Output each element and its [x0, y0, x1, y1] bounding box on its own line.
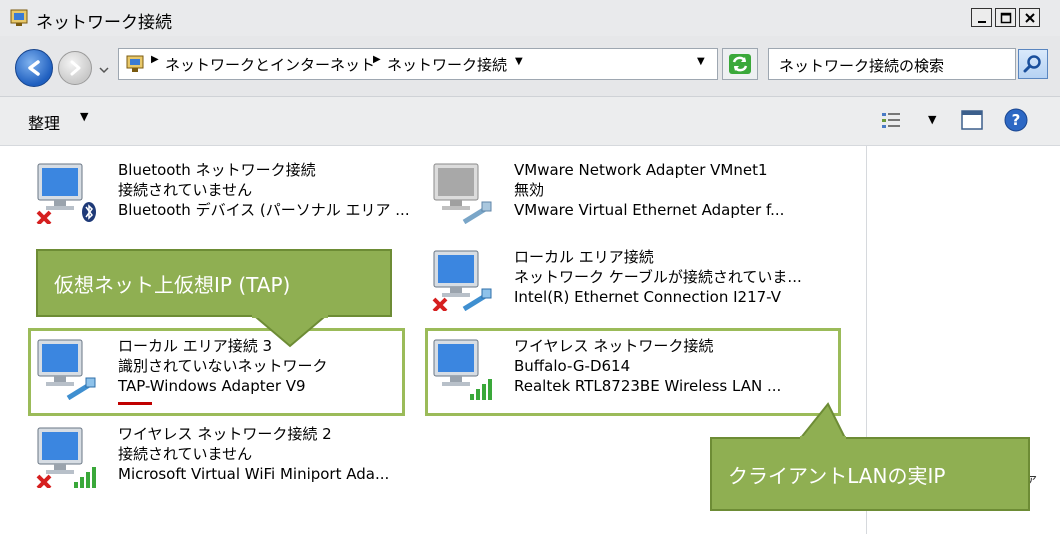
- callout-tap-text: 仮想ネット上仮想IP (TAP): [54, 272, 291, 297]
- connection-status: 識別されていないネットワーク: [118, 357, 328, 375]
- maximize-icon: [1000, 12, 1011, 23]
- network-adapter-disabled-icon: [433, 163, 492, 224]
- search-input[interactable]: ネットワーク接続の検索: [768, 48, 1016, 80]
- breadcrumb-network-connections[interactable]: ネットワーク接続: [387, 54, 507, 75]
- connection-device: Intel(R) Ethernet Connection I217-V: [514, 288, 781, 306]
- connection-device: Realtek RTL8723BE Wireless LAN ...: [514, 377, 782, 395]
- chevron-down-icon: [99, 67, 109, 74]
- back-button[interactable]: [15, 49, 53, 87]
- connection-name: ローカル エリア接続: [514, 248, 654, 266]
- network-adapter-icon: [37, 339, 96, 400]
- organize-dropdown-icon[interactable]: ▼: [80, 110, 88, 123]
- refresh-button[interactable]: [722, 48, 758, 80]
- wireless-adapter-icon: [433, 339, 492, 400]
- connection-device: VMware Virtual Ethernet Adapter f...: [514, 201, 785, 219]
- preview-pane-icon: [961, 110, 983, 130]
- network-adapter-icon: [432, 250, 492, 311]
- close-icon: [1024, 12, 1035, 23]
- connection-wireless[interactable]: ワイヤレス ネットワーク接続 Buffalo-G-D614 Realtek RT…: [428, 336, 838, 408]
- window-title: ネットワーク接続: [36, 13, 172, 33]
- address-dropdown-icon[interactable]: ▼: [697, 56, 705, 67]
- connection-bluetooth[interactable]: Bluetooth ネットワーク接続 接続されていません Bluetooth デ…: [32, 160, 412, 232]
- wireless-adapter-icon: [36, 427, 96, 488]
- help-button[interactable]: ?: [1004, 108, 1028, 136]
- address-field[interactable]: ▶ ネットワークとインターネット ▶ ネットワーク接続 ▼ ▼: [118, 48, 718, 80]
- close-button[interactable]: [1019, 8, 1040, 27]
- maximize-button[interactable]: [995, 8, 1016, 27]
- connection-status: 無効: [514, 181, 545, 199]
- recent-pages-button[interactable]: [98, 62, 110, 74]
- callout-lan: クライアントLANの実IP: [710, 437, 1030, 511]
- callout-lan-text: クライアントLANの実IP: [728, 463, 946, 488]
- connection-device: Microsoft Virtual WiFi Miniport Ada...: [118, 465, 390, 483]
- connection-status: 接続されていません: [118, 445, 253, 463]
- search-button[interactable]: [1018, 49, 1048, 79]
- callout-tap: 仮想ネット上仮想IP (TAP): [36, 249, 392, 317]
- breadcrumb-separator-icon: ▶: [151, 54, 159, 65]
- arrow-left-icon: [28, 60, 40, 76]
- connection-name: ワイヤレス ネットワーク接続: [514, 337, 714, 355]
- connection-device: Bluetooth デバイス (パーソナル エリア ...: [118, 201, 410, 219]
- view-dropdown-icon[interactable]: ▼: [928, 113, 936, 126]
- connection-wireless-2[interactable]: ワイヤレス ネットワーク接続 2 接続されていません Microsoft Vir…: [32, 424, 432, 496]
- organize-button[interactable]: 整理: [28, 110, 60, 134]
- breadcrumb-separator-icon: ▶: [373, 54, 381, 65]
- connection-status: ネットワーク ケーブルが接続されていま...: [514, 268, 802, 286]
- preview-pane-button[interactable]: [960, 109, 984, 135]
- network-adapter-icon: [36, 163, 96, 224]
- connection-name: Bluetooth ネットワーク接続: [118, 161, 316, 179]
- connection-status: 接続されていません: [118, 181, 253, 199]
- network-folder-icon: [126, 55, 144, 72]
- connection-status: Buffalo-G-D614: [514, 357, 631, 375]
- minimize-button[interactable]: [971, 8, 992, 27]
- forward-button[interactable]: [58, 51, 92, 85]
- connection-local-area-3[interactable]: ローカル エリア接続 3 識別されていないネットワーク TAP-Windows …: [32, 336, 402, 408]
- arrow-right-icon: [70, 60, 81, 76]
- breadcrumb-network-internet[interactable]: ネットワークとインターネット: [165, 54, 375, 75]
- change-view-button[interactable]: [880, 110, 906, 136]
- breadcrumb-dropdown-icon[interactable]: ▼: [515, 56, 523, 67]
- connection-name: ワイヤレス ネットワーク接続 2: [118, 425, 332, 443]
- connection-vmware-vmnet1[interactable]: VMware Network Adapter VMnet1 無効 VMware …: [428, 160, 828, 232]
- minimize-icon: [977, 20, 986, 23]
- svg-text:?: ?: [1012, 111, 1021, 129]
- help-icon: ?: [1004, 108, 1028, 132]
- connection-name: VMware Network Adapter VMnet1: [514, 161, 768, 179]
- connection-device: TAP-Windows Adapter V9: [118, 377, 306, 395]
- view-options-icon: [882, 113, 900, 128]
- callout-pointer-lan-joint: [800, 436, 846, 441]
- refresh-icon: [729, 54, 751, 74]
- connection-local-area[interactable]: ローカル エリア接続 ネットワーク ケーブルが接続されていま... Intel(…: [428, 247, 828, 319]
- callout-pointer-tap-joint: [252, 312, 328, 318]
- network-connections-app-icon: [10, 9, 28, 27]
- tap-underline-annotation: [118, 402, 152, 405]
- search-icon: [1023, 55, 1041, 73]
